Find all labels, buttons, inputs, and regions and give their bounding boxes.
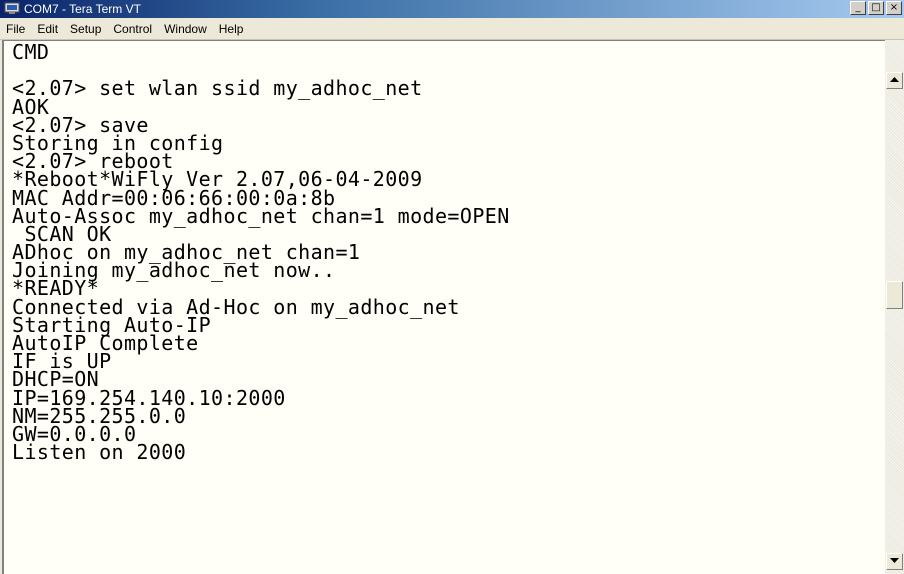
maximize-button[interactable]: □	[868, 1, 884, 15]
menu-edit[interactable]: Edit	[31, 18, 64, 40]
menu-window[interactable]: Window	[158, 18, 213, 40]
scroll-up-button[interactable]	[886, 72, 903, 89]
vertical-scrollbar[interactable]	[885, 40, 904, 574]
minimize-button[interactable]: _	[850, 1, 866, 15]
menu-file[interactable]: File	[0, 18, 31, 40]
scroll-down-arrow-icon	[890, 558, 899, 563]
close-button[interactable]: ×	[886, 1, 902, 15]
scroll-up-arrow-icon	[890, 77, 899, 82]
scroll-down-button[interactable]	[886, 553, 903, 570]
terminal-line: Listen on 2000	[12, 440, 187, 465]
scroll-thumb[interactable]	[886, 281, 903, 309]
title-bar[interactable]: COM7 - Tera Term VT _ □ ×	[0, 0, 904, 18]
terminal-output[interactable]: CMD <2.07> set wlan ssid my_adhoc_net AO…	[2, 40, 885, 574]
menu-help[interactable]: Help	[213, 18, 250, 40]
terminal-line: CMD	[12, 40, 50, 64]
menu-setup[interactable]: Setup	[64, 18, 107, 40]
terminal-line: <2.07> set wlan ssid my_adhoc_net	[12, 76, 423, 101]
window-title: COM7 - Tera Term VT	[24, 2, 141, 16]
tera-term-icon	[4, 2, 20, 15]
menu-control[interactable]: Control	[107, 18, 158, 40]
menu-bar: File Edit Setup Control Window Help	[0, 18, 904, 40]
